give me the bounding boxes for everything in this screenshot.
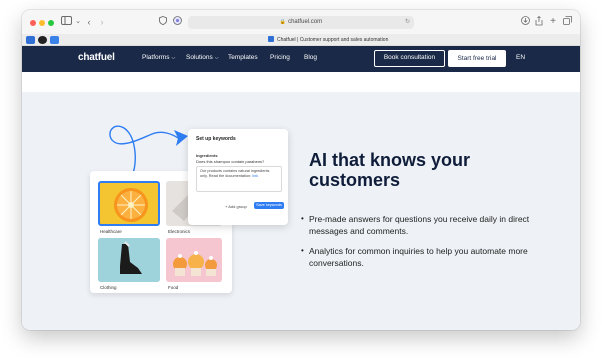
tile-label-healthcare: Healthcare xyxy=(100,229,122,234)
extension-dark-icon[interactable] xyxy=(38,36,47,44)
tab-title: Chatfuel | Customer support and sales au… xyxy=(277,37,389,43)
answer-text: Our products contains natural ingredient… xyxy=(200,169,270,178)
share-icon[interactable] xyxy=(534,15,544,28)
chevron-down-icon: ⌵ xyxy=(171,55,176,61)
active-tab[interactable]: Chatfuel | Customer support and sales au… xyxy=(268,34,388,46)
close-window-icon[interactable] xyxy=(30,20,36,26)
chevron-down-icon: ⌵ xyxy=(214,55,219,61)
browser-window: ⌄ ‹ › 🔒 chatfuel.com ↻ + Chatfuel | Custo… xyxy=(22,10,580,330)
nav-item-blog[interactable]: Blog xyxy=(304,54,317,61)
answer-textarea[interactable]: Our products contains natural ingredient… xyxy=(196,166,282,192)
keyword-field-label: Ingredients xyxy=(196,153,218,158)
hero-bullet: Pre-made answers for questions you recei… xyxy=(301,213,531,237)
answer-link[interactable]: link xyxy=(252,174,258,178)
tile-label-electronics: Electronics xyxy=(168,229,191,234)
nav-item-platforms[interactable]: Platforms ⌵ xyxy=(142,54,175,61)
flow-arrow-icon xyxy=(109,125,188,177)
keywords-card-title: Set up keywords xyxy=(196,136,236,142)
privacy-report-icon[interactable] xyxy=(172,16,182,28)
download-icon[interactable] xyxy=(520,16,530,28)
extension-pin-icon[interactable] xyxy=(26,36,35,44)
extension-list-icon[interactable] xyxy=(50,36,59,44)
tab-overview-icon[interactable] xyxy=(562,16,572,28)
nav-item-templates[interactable]: Templates xyxy=(228,54,258,61)
tile-healthcare[interactable] xyxy=(98,181,160,226)
forward-icon[interactable]: › xyxy=(97,16,107,28)
hero-headline: AI that knows your customers xyxy=(309,150,471,190)
tile-clothing[interactable] xyxy=(98,238,160,282)
site-nav: chatfuel Platforms ⌵ Solutions ⌵ Templates… xyxy=(22,46,580,72)
shoe-image xyxy=(98,238,160,282)
hero-bullets: Pre-made answers for questions you recei… xyxy=(301,213,531,277)
shield-icon[interactable] xyxy=(158,16,168,28)
add-group-button[interactable]: + Add group xyxy=(225,204,247,209)
nav-item-pricing[interactable]: Pricing xyxy=(270,54,290,61)
reload-icon[interactable]: ↻ xyxy=(405,16,410,29)
nav-spacer xyxy=(22,72,580,92)
chatfuel-favicon-icon xyxy=(268,36,274,42)
chevron-down-icon[interactable]: ⌄ xyxy=(74,16,82,28)
lock-icon: 🔒 xyxy=(279,19,287,25)
sidebar-toggle-icon[interactable] xyxy=(60,16,72,28)
zoom-window-icon[interactable] xyxy=(48,20,54,26)
save-keywords-button[interactable]: Save keywords xyxy=(254,202,284,209)
back-icon[interactable]: ‹ xyxy=(84,16,94,28)
tile-food[interactable] xyxy=(166,238,222,282)
tile-label-clothing: Clothing xyxy=(100,285,117,290)
start-free-trial-button[interactable]: Start free trial xyxy=(448,50,506,67)
keywords-card: Set up keywords Ingredients Does this sh… xyxy=(188,129,288,225)
keyword-question: Does this shampoo contain parabens? xyxy=(196,159,265,164)
nav-item-label: Platforms xyxy=(142,54,170,61)
nav-item-solutions[interactable]: Solutions ⌵ xyxy=(186,54,219,61)
orange-image xyxy=(114,188,148,222)
browser-toolbar: ⌄ ‹ › 🔒 chatfuel.com ↻ + xyxy=(22,10,580,34)
add-group-label: Add group xyxy=(228,204,247,209)
nav-item-label: Solutions xyxy=(186,54,213,61)
address-bar[interactable]: 🔒 chatfuel.com ↻ xyxy=(188,16,414,29)
language-selector[interactable]: EN xyxy=(516,54,525,61)
url-text: chatfuel.com xyxy=(288,19,323,25)
tab-bar: Chatfuel | Customer support and sales au… xyxy=(22,34,580,46)
chatfuel-logo[interactable]: chatfuel xyxy=(78,52,115,63)
hero-bullet: Analytics for common inquiries to help y… xyxy=(301,245,531,269)
new-tab-icon[interactable]: + xyxy=(548,16,558,28)
book-consultation-button[interactable]: Book consultation xyxy=(374,50,445,67)
minimize-window-icon[interactable] xyxy=(39,20,45,26)
tile-label-food: Food xyxy=(168,285,179,290)
cupcakes-image xyxy=(166,238,222,282)
